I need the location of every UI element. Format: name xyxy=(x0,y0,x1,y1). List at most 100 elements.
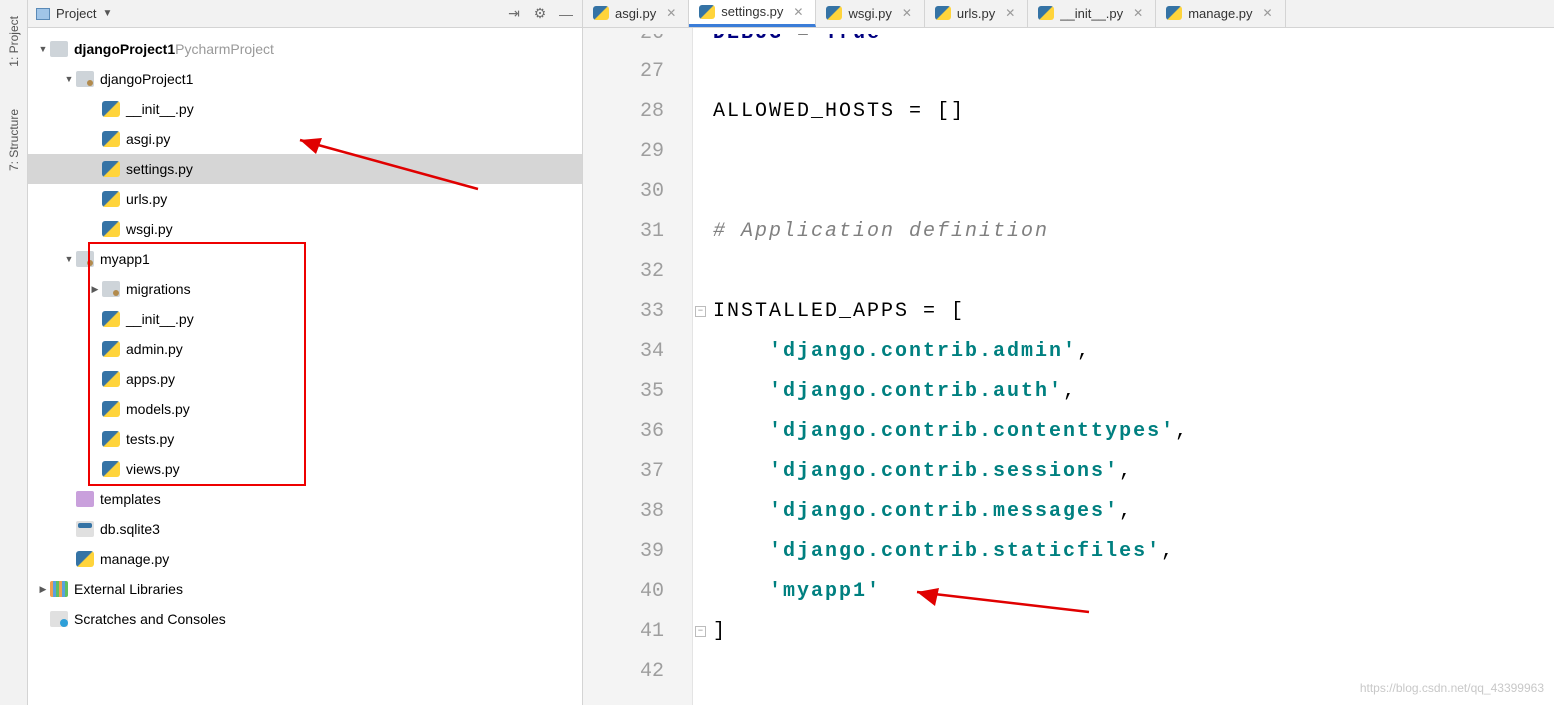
close-icon[interactable]: ✕ xyxy=(1005,6,1015,20)
tree-row[interactable]: __init__.py xyxy=(28,304,582,334)
expand-arrow-icon[interactable] xyxy=(36,583,50,595)
project-panel-title: Project xyxy=(56,6,96,21)
python-file-icon xyxy=(935,6,951,20)
editor-tab[interactable]: asgi.py ✕ xyxy=(583,0,689,27)
tpl-icon xyxy=(76,491,94,507)
fold-toggle-icon[interactable]: − xyxy=(695,626,706,637)
close-icon[interactable]: ✕ xyxy=(666,6,676,20)
tree-row[interactable]: urls.py xyxy=(28,184,582,214)
python-file-icon xyxy=(593,6,609,20)
tree-row[interactable]: apps.py xyxy=(28,364,582,394)
tree-label: wsgi.py xyxy=(126,221,173,237)
tree-row[interactable]: tests.py xyxy=(28,424,582,454)
structure-tool-tab[interactable]: 7: Structure xyxy=(7,103,21,177)
py-icon xyxy=(102,191,120,207)
watermark-text: https://blog.csdn.net/qq_43399963 xyxy=(1360,681,1544,695)
tree-label: tests.py xyxy=(126,431,174,447)
editor-tab[interactable]: __init__.py ✕ xyxy=(1028,0,1156,27)
expand-arrow-icon[interactable] xyxy=(88,283,102,295)
tree-row[interactable]: manage.py xyxy=(28,544,582,574)
python-file-icon xyxy=(699,5,715,19)
expand-arrow-icon[interactable] xyxy=(62,253,76,265)
tree-row[interactable]: settings.py xyxy=(28,154,582,184)
expand-arrow-icon[interactable] xyxy=(36,43,50,55)
editor-tab[interactable]: settings.py ✕ xyxy=(689,0,816,27)
tree-label: models.py xyxy=(126,401,190,417)
chevron-down-icon[interactable]: ▼ xyxy=(102,8,112,19)
py-icon xyxy=(102,161,120,177)
editor-tabs: asgi.py✕settings.py✕wsgi.py✕urls.py✕__in… xyxy=(583,0,1554,28)
tree-row[interactable]: myapp1 xyxy=(28,244,582,274)
tree-label: asgi.py xyxy=(126,131,170,147)
tree-label: External Libraries xyxy=(74,581,183,597)
python-file-icon xyxy=(826,6,842,20)
left-tool-rail: 1: Project 7: Structure xyxy=(0,0,28,705)
py-icon xyxy=(102,431,120,447)
py-icon xyxy=(102,341,120,357)
locate-icon[interactable]: ⇥ xyxy=(506,6,522,22)
tree-label: templates xyxy=(100,491,161,507)
tree-row[interactable]: djangoProject1 PycharmProject xyxy=(28,34,582,64)
tree-row[interactable]: models.py xyxy=(28,394,582,424)
minimize-icon[interactable]: — xyxy=(558,6,574,22)
tab-label: urls.py xyxy=(957,6,995,21)
tree-label: views.py xyxy=(126,461,180,477)
gear-icon[interactable]: ⚙ xyxy=(532,6,548,22)
expand-arrow-icon[interactable] xyxy=(62,73,76,85)
python-file-icon xyxy=(1166,6,1182,20)
tree-label: myapp1 xyxy=(100,251,150,267)
project-tool-tab[interactable]: 1: Project xyxy=(7,10,21,73)
tree-label: admin.py xyxy=(126,341,183,357)
tree-row[interactable]: db.sqlite3 xyxy=(28,514,582,544)
sc-icon xyxy=(50,611,68,627)
editor-area: asgi.py✕settings.py✕wsgi.py✕urls.py✕__in… xyxy=(583,0,1554,705)
tree-label: djangoProject1 xyxy=(100,71,193,87)
tab-label: __init__.py xyxy=(1060,6,1123,21)
tree-row[interactable]: djangoProject1 xyxy=(28,64,582,94)
tab-label: manage.py xyxy=(1188,6,1252,21)
tree-row[interactable]: views.py xyxy=(28,454,582,484)
py-icon xyxy=(102,311,120,327)
py-icon xyxy=(102,131,120,147)
tree-row[interactable]: External Libraries xyxy=(28,574,582,604)
close-icon[interactable]: ✕ xyxy=(1263,6,1273,20)
tab-label: wsgi.py xyxy=(848,6,891,21)
fold-column[interactable]: −− xyxy=(693,28,709,705)
pkg-icon xyxy=(76,251,94,267)
tree-label: settings.py xyxy=(126,161,193,177)
editor-tab[interactable]: urls.py ✕ xyxy=(925,0,1028,27)
py-icon xyxy=(102,401,120,417)
code-editor[interactable]: 2627282930313233343536373839404142 −− DE… xyxy=(583,28,1554,705)
folder-icon xyxy=(50,41,68,57)
tab-label: asgi.py xyxy=(615,6,656,21)
tab-label: settings.py xyxy=(721,4,783,19)
tree-row[interactable]: wsgi.py xyxy=(28,214,582,244)
code-content[interactable]: DEBUG = True ALLOWED_HOSTS = [] # Applic… xyxy=(709,28,1554,705)
db-icon xyxy=(76,521,94,537)
tree-row[interactable]: __init__.py xyxy=(28,94,582,124)
py-icon xyxy=(102,461,120,477)
tree-row[interactable]: templates xyxy=(28,484,582,514)
py-icon xyxy=(76,551,94,567)
tree-label: migrations xyxy=(126,281,191,297)
tree-row[interactable]: Scratches and Consoles xyxy=(28,604,582,634)
close-icon[interactable]: ✕ xyxy=(902,6,912,20)
tree-row[interactable]: migrations xyxy=(28,274,582,304)
pkg-icon xyxy=(102,281,120,297)
tree-label: apps.py xyxy=(126,371,175,387)
close-icon[interactable]: ✕ xyxy=(1133,6,1143,20)
lib-icon xyxy=(50,581,68,597)
close-icon[interactable]: ✕ xyxy=(793,5,803,19)
pkg-icon xyxy=(76,71,94,87)
editor-tab[interactable]: manage.py ✕ xyxy=(1156,0,1285,27)
fold-toggle-icon[interactable]: − xyxy=(695,306,706,317)
line-gutter: 2627282930313233343536373839404142 xyxy=(583,28,693,705)
project-panel-header: Project ▼ ⇥ ⚙ — xyxy=(28,0,582,28)
py-icon xyxy=(102,371,120,387)
tree-row[interactable]: asgi.py xyxy=(28,124,582,154)
tree-label: djangoProject1 xyxy=(74,41,175,57)
project-tree[interactable]: djangoProject1 PycharmProjectdjangoProje… xyxy=(28,28,582,705)
tree-label: __init__.py xyxy=(126,101,194,117)
editor-tab[interactable]: wsgi.py ✕ xyxy=(816,0,924,27)
tree-row[interactable]: admin.py xyxy=(28,334,582,364)
